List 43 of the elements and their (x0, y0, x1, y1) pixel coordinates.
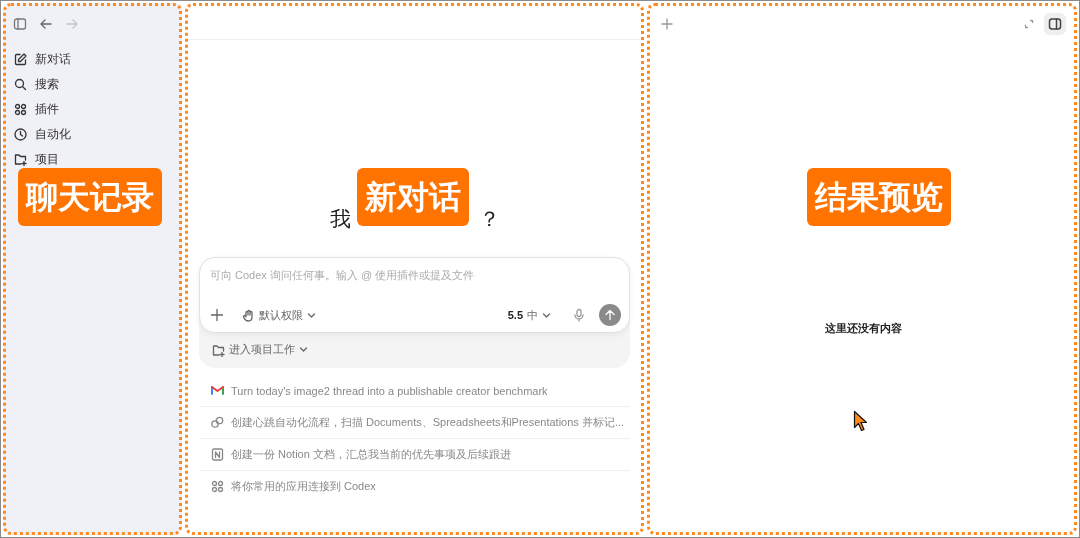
message-composer[interactable]: 可向 Codex 询问任何事。输入 @ 使用插件或提及文件 默认权限 5.5 中 (199, 257, 630, 333)
up-arrow-icon (604, 309, 616, 321)
grid-icon (13, 102, 28, 117)
empty-message: 这里还没有内容 (825, 321, 902, 336)
sidebar-toggle-icon[interactable] (13, 17, 27, 31)
plus-icon[interactable] (210, 308, 224, 322)
grid-icon (210, 479, 225, 494)
suggestion-item[interactable]: 将你常用的应用连接到 Codex (199, 471, 630, 502)
search-icon (13, 77, 28, 92)
caret-icon (307, 310, 316, 320)
caret-icon (299, 345, 308, 354)
mail-icon (210, 383, 225, 398)
document-icon (210, 447, 225, 462)
back-arrow-icon[interactable] (39, 17, 53, 31)
clock-icon (13, 127, 28, 142)
split-panel-icon (1048, 17, 1062, 31)
hand-icon (242, 308, 255, 322)
compose-icon (13, 52, 28, 67)
caret-icon (542, 310, 551, 320)
annotation-label: 聊天记录 (18, 168, 162, 226)
send-button[interactable] (599, 304, 621, 326)
folder-plus-icon (13, 152, 28, 167)
suggestion-item[interactable]: 创建一份 Notion 文档，汇总我当前的优先事项及后续跟进 (199, 439, 630, 471)
sidebar-item[interactable]: 新对话 (13, 47, 179, 72)
permission-dropdown[interactable]: 默认权限 (242, 307, 316, 323)
project-dropdown[interactable]: 进入项目工作 (211, 342, 308, 357)
expand-icon[interactable] (1024, 19, 1034, 29)
sidebar-item[interactable]: 自动化 (13, 122, 179, 147)
folder-plus-icon (211, 342, 225, 357)
suggestion-item[interactable]: 创建心跳自动化流程，扫描 Documents、Spreadsheets和Presentations 并标记... (199, 407, 630, 439)
annotation-label: 结果预览 (807, 168, 951, 226)
cursor-icon (853, 410, 867, 432)
heading: 我 (329, 206, 351, 232)
sidebar-item[interactable]: 插件 (13, 97, 179, 122)
microphone-icon[interactable] (573, 308, 585, 322)
panel-toggle-button[interactable] (1044, 13, 1066, 35)
sidebar-item[interactable]: 搜索 (13, 72, 179, 97)
plus-icon[interactable] (661, 18, 673, 30)
model-dropdown[interactable]: 5.5 中 (507, 307, 551, 323)
heading: ？ (478, 206, 500, 232)
chain-icon (210, 415, 225, 430)
suggestion-item[interactable]: Turn today's image2 thread into a publishable creator benchmark (199, 375, 630, 407)
annotation-label: 新对话 (357, 168, 469, 226)
